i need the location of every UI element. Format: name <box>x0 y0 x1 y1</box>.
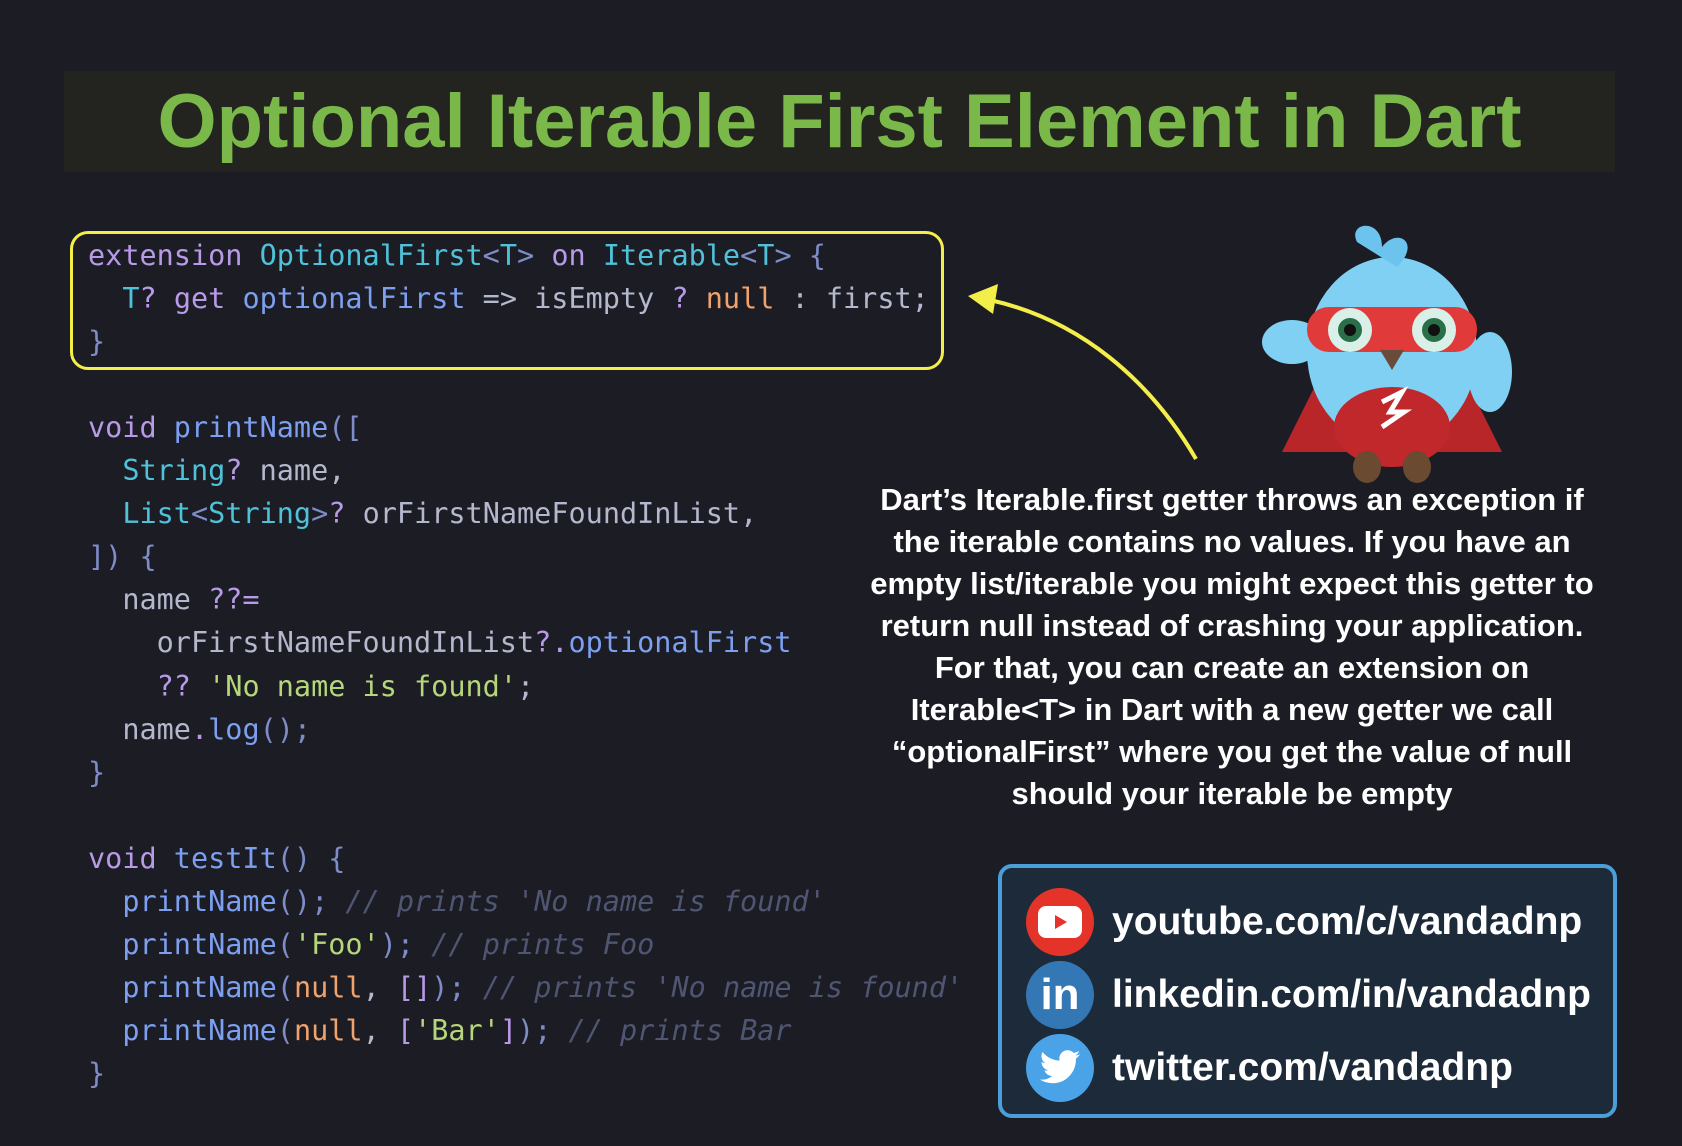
linkedin-link[interactable]: in linkedin.com/in/vandadnp <box>1026 960 1591 1030</box>
description-line: the iterable contains no values. If you … <box>893 524 1571 559</box>
social-links-panel: youtube.com/c/vandadnp in linkedin.com/i… <box>998 864 1617 1118</box>
youtube-url[interactable]: youtube.com/c/vandadnp <box>1112 900 1582 944</box>
twitter-icon <box>1026 1034 1094 1102</box>
dash-mascot-icon <box>1262 225 1512 483</box>
description-line: Iterable<T> in Dart with a new getter we… <box>910 692 1554 727</box>
description-line: “optionalFirst” where you get the value … <box>891 734 1573 769</box>
linkedin-icon: in <box>1026 961 1094 1029</box>
twitter-link[interactable]: twitter.com/vandadnp <box>1026 1033 1513 1103</box>
description-text: Dart’s Iterable.first getter throws an e… <box>812 479 1652 815</box>
youtube-icon <box>1026 888 1094 956</box>
description-line: Dart’s Iterable.first getter throws an e… <box>880 482 1584 517</box>
linkedin-url[interactable]: linkedin.com/in/vandadnp <box>1112 973 1591 1017</box>
youtube-link[interactable]: youtube.com/c/vandadnp <box>1026 887 1582 957</box>
twitter-url[interactable]: twitter.com/vandadnp <box>1112 1046 1513 1090</box>
description-line: For that, you can create an extension on <box>934 650 1530 685</box>
description-line: empty list/iterable you might expect thi… <box>870 566 1594 601</box>
description-line: return null instead of crashing your app… <box>880 608 1584 643</box>
description-line: should your iterable be empty <box>1011 776 1453 811</box>
